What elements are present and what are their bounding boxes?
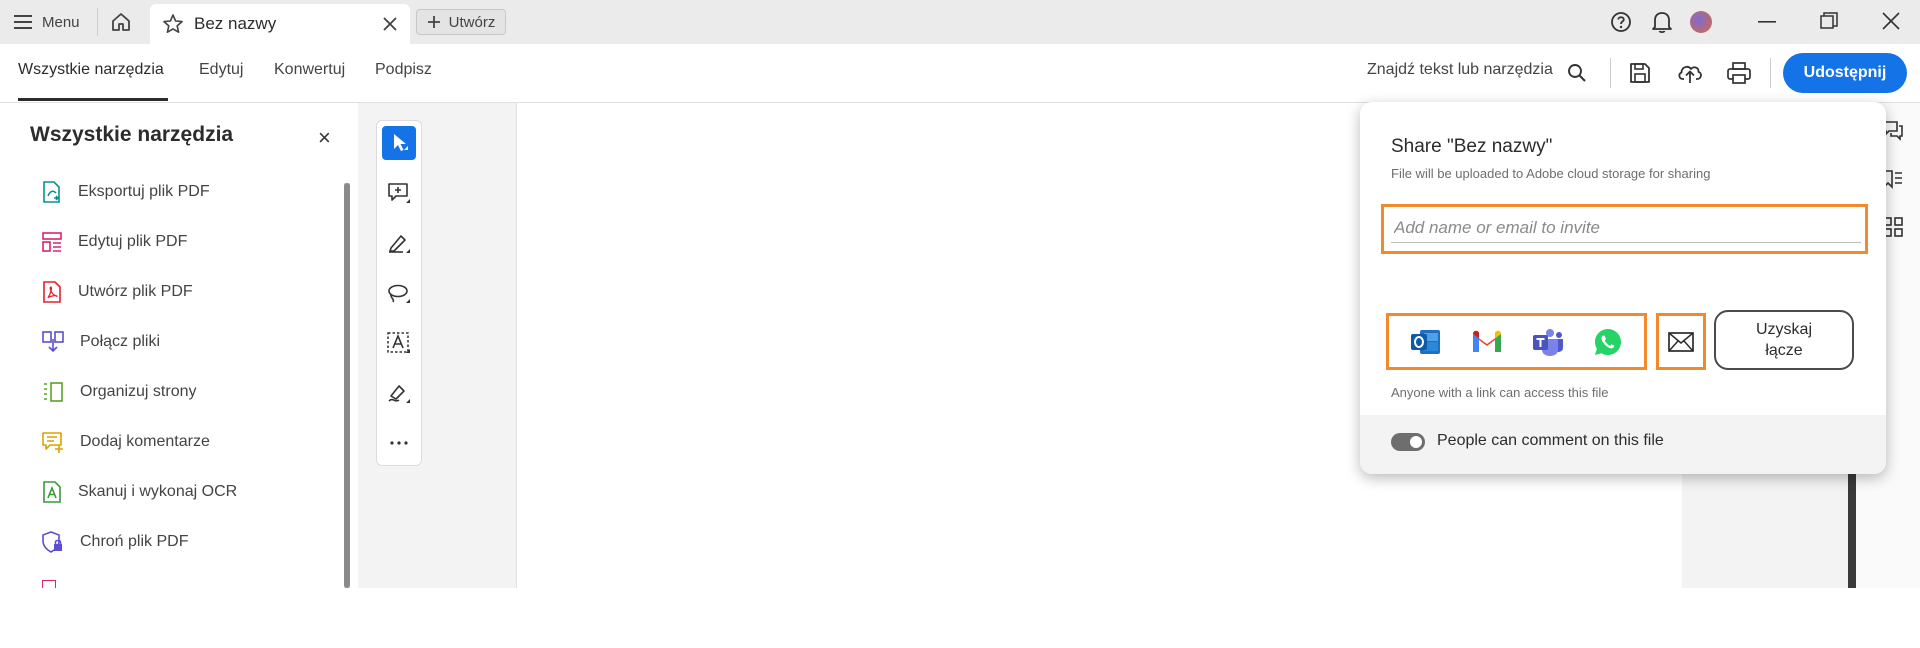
lasso-icon bbox=[387, 282, 411, 304]
tool-label: Połącz pliki bbox=[80, 333, 161, 350]
active-tab-indicator bbox=[18, 98, 168, 101]
share-dialog-title: Share "Bez nazwy" bbox=[1391, 136, 1553, 157]
print-icon[interactable] bbox=[1727, 62, 1751, 84]
tool-label: Utwórz plik PDF bbox=[78, 283, 193, 300]
envelope-icon bbox=[1668, 331, 1694, 352]
tool-label: Eksportuj plik PDF bbox=[78, 183, 210, 200]
tab-title: Bez nazwy bbox=[194, 14, 277, 33]
select-arrow-icon bbox=[389, 132, 409, 154]
minimize-icon[interactable] bbox=[1758, 21, 1776, 23]
tab-convert[interactable]: Konwertuj bbox=[274, 61, 345, 79]
add-comments-icon bbox=[42, 431, 64, 453]
document-tab[interactable]: Bez nazwy bbox=[150, 4, 410, 44]
sign-tool[interactable] bbox=[382, 376, 416, 410]
tool-label: Organizuj strony bbox=[80, 383, 197, 400]
toggle-knob bbox=[1410, 436, 1422, 448]
close-window-icon[interactable] bbox=[1882, 12, 1900, 30]
close-panel-icon[interactable]: × bbox=[318, 125, 331, 151]
plus-icon bbox=[427, 15, 441, 29]
invite-field-highlight bbox=[1381, 204, 1868, 254]
panel-scrollbar-thumb[interactable] bbox=[344, 183, 350, 588]
gmail-icon[interactable] bbox=[1471, 329, 1503, 355]
highlight-tool[interactable] bbox=[382, 226, 416, 260]
tool-scan-ocr[interactable]: Skanuj i wykonaj OCR bbox=[42, 477, 237, 507]
find-tools-label[interactable]: Znajdź tekst lub narzędzia bbox=[1367, 61, 1553, 79]
share-dialog: Share "Bez nazwy" File will be uploaded … bbox=[1360, 102, 1886, 474]
title-bar: Menu Bez nazwy Utwórz bbox=[0, 0, 1920, 44]
share-dialog-subtitle: File will be uploaded to Adobe cloud sto… bbox=[1391, 166, 1711, 181]
create-button[interactable]: Utwórz bbox=[416, 9, 506, 35]
share-button[interactable]: Udostępnij bbox=[1783, 53, 1907, 93]
thumbnails-grid-icon[interactable] bbox=[1883, 217, 1903, 237]
tab-sign[interactable]: Podpisz bbox=[375, 61, 432, 79]
edit-pdf-icon bbox=[42, 231, 62, 253]
email-share-button[interactable] bbox=[1656, 313, 1706, 370]
comment-permission-toggle[interactable] bbox=[1391, 433, 1425, 451]
tool-label: Edytuj plik PDF bbox=[78, 233, 188, 250]
create-pdf-icon bbox=[42, 281, 62, 303]
tool-organize-pages[interactable]: Organizuj strony bbox=[42, 377, 197, 407]
all-tools-panel: Wszystkie narzędzia × Eksportuj plik PDF… bbox=[0, 103, 356, 588]
more-icon bbox=[389, 440, 409, 446]
share-dialog-footer: People can comment on this file bbox=[1360, 415, 1886, 474]
link-access-note: Anyone with a link can access this file bbox=[1391, 385, 1609, 400]
tool-label: Dodaj komentarze bbox=[80, 433, 210, 450]
comment-permission-label: People can comment on this file bbox=[1437, 432, 1664, 449]
protect-pdf-icon bbox=[42, 531, 64, 553]
menu-label: Menu bbox=[42, 13, 80, 31]
tab-edit[interactable]: Edytuj bbox=[199, 61, 243, 79]
search-icon[interactable] bbox=[1567, 63, 1587, 83]
invite-email-input[interactable] bbox=[1391, 213, 1861, 243]
comments-panel-icon[interactable] bbox=[1883, 121, 1903, 141]
tool-label: Skanuj i wykonaj OCR bbox=[78, 483, 238, 500]
tool-label: Chroń plik PDF bbox=[80, 533, 189, 550]
divider bbox=[1770, 58, 1771, 88]
tool-protect-pdf[interactable]: Chroń plik PDF bbox=[42, 527, 188, 557]
organize-pages-icon bbox=[42, 381, 64, 403]
share-apps-group bbox=[1386, 313, 1647, 370]
export-pdf-icon bbox=[42, 181, 62, 203]
tab-all-tools[interactable]: Wszystkie narzędzia bbox=[18, 61, 164, 79]
tool-add-comments[interactable]: Dodaj komentarze bbox=[42, 427, 210, 457]
more-tools[interactable] bbox=[382, 426, 416, 460]
quick-tools-bar bbox=[376, 120, 422, 466]
close-tab-icon[interactable] bbox=[382, 16, 398, 32]
notification-bell-icon[interactable] bbox=[1651, 10, 1673, 34]
tool-export-pdf[interactable]: Eksportuj plik PDF bbox=[42, 177, 210, 207]
text-box-icon bbox=[387, 332, 411, 354]
create-label: Utwórz bbox=[448, 13, 496, 31]
highlight-pen-icon bbox=[387, 232, 411, 254]
signature-pen-icon bbox=[387, 382, 411, 404]
tool-edit-pdf[interactable]: Edytuj plik PDF bbox=[42, 227, 187, 257]
restore-icon[interactable] bbox=[1820, 12, 1838, 30]
draw-tool[interactable] bbox=[382, 276, 416, 310]
get-link-button[interactable]: Uzyskaj łącze bbox=[1714, 310, 1854, 370]
teams-icon[interactable] bbox=[1532, 327, 1564, 357]
home-icon[interactable] bbox=[110, 11, 132, 33]
whatsapp-icon[interactable] bbox=[1593, 327, 1623, 357]
text-box-tool[interactable] bbox=[382, 326, 416, 360]
menu-button[interactable]: Menu bbox=[14, 10, 80, 34]
scan-ocr-icon bbox=[42, 481, 62, 503]
star-icon[interactable] bbox=[162, 13, 184, 35]
avatar[interactable] bbox=[1690, 11, 1712, 33]
tool-create-pdf[interactable]: Utwórz plik PDF bbox=[42, 277, 193, 307]
tool-list-clipped-item bbox=[42, 580, 232, 588]
divider bbox=[97, 8, 98, 36]
bookmarks-icon[interactable] bbox=[1883, 169, 1903, 189]
divider bbox=[1610, 58, 1611, 88]
main-toolbar: Wszystkie narzędzia Edytuj Konwertuj Pod… bbox=[0, 44, 1920, 103]
help-icon[interactable] bbox=[1610, 11, 1632, 33]
add-comment-icon bbox=[387, 182, 411, 204]
save-icon[interactable] bbox=[1629, 62, 1651, 84]
hamburger-icon bbox=[14, 15, 32, 29]
select-tool[interactable] bbox=[382, 126, 416, 160]
cloud-upload-icon[interactable] bbox=[1677, 61, 1703, 85]
comment-tool[interactable] bbox=[382, 176, 416, 210]
tool-combine-files[interactable]: Połącz pliki bbox=[42, 327, 160, 357]
panel-title: Wszystkie narzędzia bbox=[30, 123, 234, 146]
outlook-icon[interactable] bbox=[1410, 327, 1442, 357]
combine-files-icon bbox=[42, 331, 64, 353]
